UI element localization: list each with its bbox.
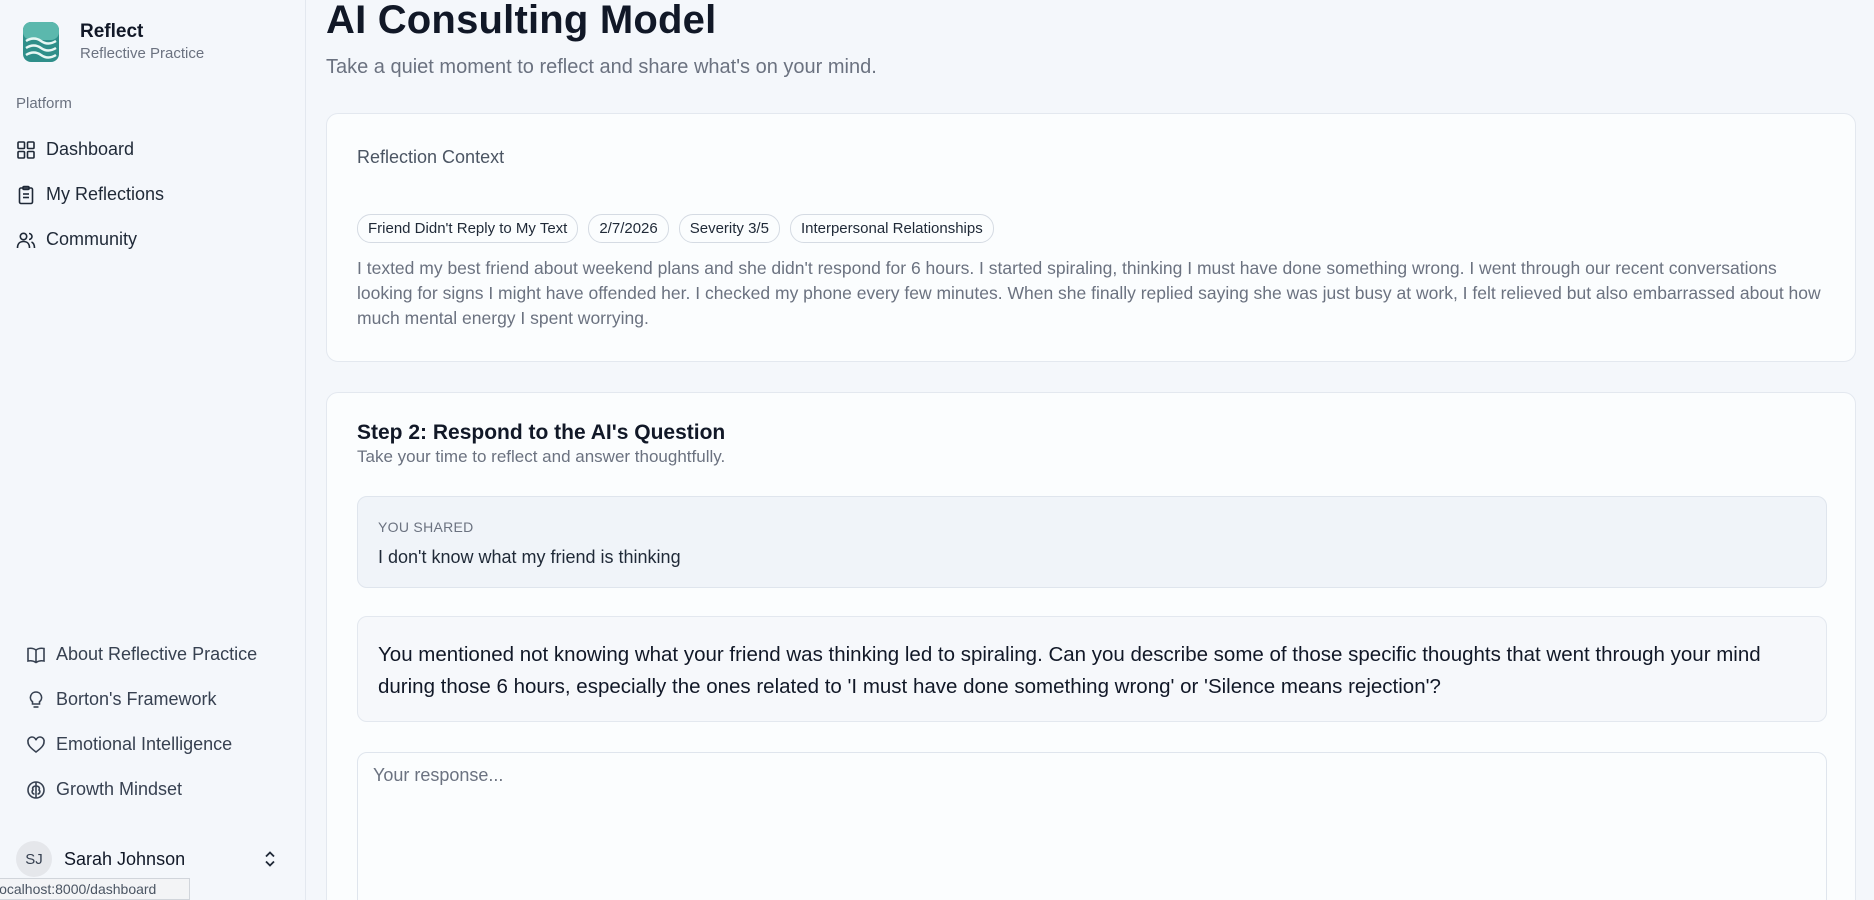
date-badge: 2/7/2026	[588, 214, 669, 243]
reflection-context-card: Reflection Context Friend Didn't Reply t…	[326, 113, 1856, 362]
user-menu[interactable]: SJ Sarah Johnson	[16, 840, 278, 878]
sidebar-item-growth-mindset[interactable]: Growth Mindset	[26, 767, 296, 812]
secondary-nav: About Reflective Practice Borton's Frame…	[26, 632, 296, 812]
sidebar-item-my-reflections[interactable]: My Reflections	[16, 172, 296, 217]
ai-question-box: You mentioned not knowing what your frie…	[357, 616, 1827, 722]
brand-name: Reflect	[80, 21, 144, 42]
clipboard-icon	[18, 185, 34, 204]
avatar: SJ	[16, 841, 52, 877]
users-icon	[16, 231, 36, 248]
sidebar-item-label: Growth Mindset	[56, 779, 183, 799]
heart-icon	[27, 735, 45, 753]
reflection-context-body: I texted my best friend about weekend pl…	[357, 258, 1821, 328]
grid-icon	[17, 140, 35, 159]
context-tags: Friend Didn't Reply to My Text 2/7/2026 …	[357, 214, 994, 243]
brain-icon	[27, 780, 45, 799]
logo-icon	[23, 22, 59, 62]
sidebar-item-label: Emotional Intelligence	[56, 734, 233, 754]
sidebar-item-emotional-intelligence[interactable]: Emotional Intelligence	[26, 722, 296, 767]
sidebar-item-dashboard[interactable]: Dashboard	[16, 127, 296, 172]
sidebar-item-label: About Reflective Practice	[56, 644, 258, 664]
topic-badge: Friend Didn't Reply to My Text	[357, 214, 579, 243]
brand[interactable]: Reflect Reflective Practice	[22, 20, 204, 64]
status-url: localhost:8000/dashboard	[0, 881, 157, 897]
status-url-tooltip: localhost:8000/dashboard	[0, 878, 190, 900]
sidebar-item-about-reflective-practice[interactable]: About Reflective Practice	[26, 632, 296, 677]
sidebar-item-label: Community	[46, 229, 138, 249]
brand-subtitle: Reflective Practice	[80, 45, 205, 62]
nav-section-label: Platform	[16, 95, 72, 112]
you-shared-box: YOU SHARED I don't know what my friend i…	[357, 496, 1827, 588]
lightbulb-icon	[29, 690, 43, 708]
you-shared-label: YOU SHARED	[378, 519, 474, 535]
response-input[interactable]	[357, 752, 1827, 900]
book-icon	[27, 646, 45, 663]
severity-badge: Severity 3/5	[678, 214, 780, 243]
page-title: AI Consulting Model	[326, 0, 717, 42]
sidebar-item-bortons-framework[interactable]: Borton's Framework	[26, 677, 296, 722]
category-badge: Interpersonal Relationships	[789, 214, 994, 243]
page-subtitle: Take a quiet moment to reflect and share…	[326, 56, 877, 78]
step-card: Step 2: Respond to the AI's Question Tak…	[326, 392, 1856, 900]
step-title: Step 2: Respond to the AI's Question	[357, 421, 726, 444]
sidebar-item-label: Borton's Framework	[56, 689, 217, 709]
chevrons-up-down-icon	[265, 851, 275, 867]
sidebar-item-label: My Reflections	[46, 184, 165, 204]
sidebar-item-label: Dashboard	[46, 139, 135, 159]
ai-question-text: You mentioned not knowing what your frie…	[378, 643, 1761, 698]
reflection-context-title: Reflection Context	[357, 147, 505, 167]
step-subtitle: Take your time to reflect and answer tho…	[357, 447, 726, 466]
sidebar: Reflect Reflective Practice Platform Das…	[0, 0, 306, 900]
primary-nav: Dashboard My Reflections Community	[16, 127, 296, 262]
sidebar-item-community[interactable]: Community	[16, 217, 296, 262]
you-shared-text: I don't know what my friend is thinking	[378, 547, 681, 567]
user-name: Sarah Johnson	[64, 848, 186, 869]
